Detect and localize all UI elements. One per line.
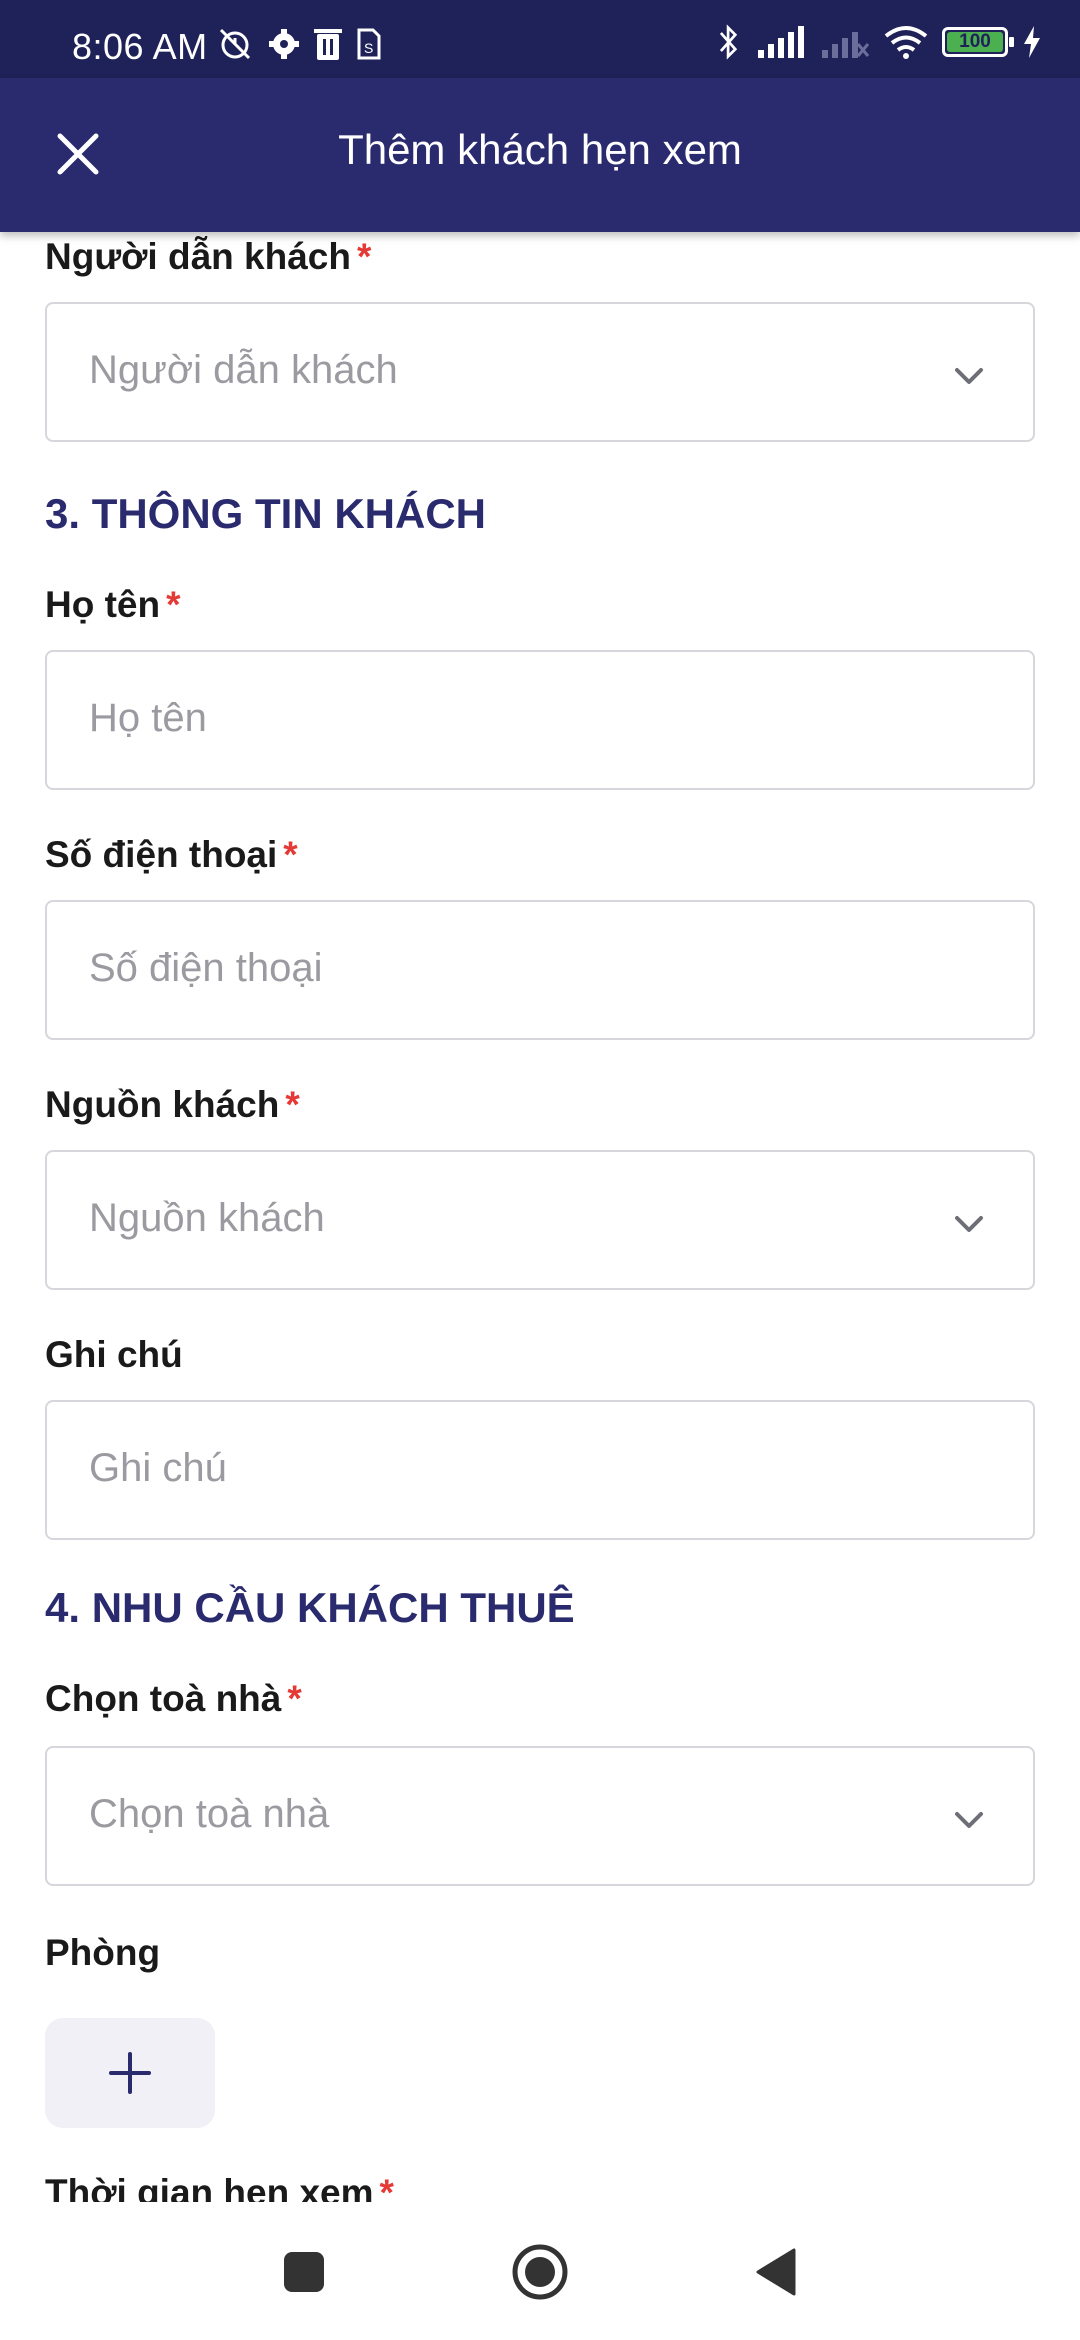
svg-text:S: S [364,40,373,56]
guide-select[interactable]: Người dẫn khách [45,302,1035,442]
building-label: Chọn toà nhà * [45,1678,302,1720]
name-placeholder: Họ tên [89,696,207,740]
note-input[interactable]: Ghi chú [45,1400,1035,1540]
sim-icon: S [357,28,381,60]
building-placeholder: Chọn toà nhà [89,1792,330,1836]
back-button[interactable] [744,2240,808,2304]
settings-icon [269,29,299,59]
wifi-icon [884,26,928,59]
building-label-text: Chọn toà nhà [45,1678,282,1719]
back-icon [756,2248,796,2296]
guide-label: Người dẫn khách * [45,236,371,278]
name-input[interactable]: Họ tên [45,650,1035,790]
required-marker: * [356,236,372,277]
required-marker: * [379,2172,394,2202]
chevron-down-icon [955,1812,983,1828]
source-label: Nguồn khách * [45,1084,300,1126]
system-nav-bar [0,2202,1080,2340]
phone-label: Số điện thoại * [45,834,298,876]
building-select[interactable]: Chọn toà nhà [45,1746,1035,1886]
home-button[interactable] [508,2240,572,2304]
required-marker: * [287,1678,302,1719]
signal-off-icon [822,32,870,58]
page-title: Thêm khách hẹn xem [338,126,742,173]
signal-icon [758,26,804,58]
plus-icon [109,2052,151,2094]
phone-placeholder: Số điện thoại [89,946,323,990]
alarm-off-icon [219,28,251,60]
viewing-time-label: Thời gian hẹn xem * [45,2172,394,2202]
phone-input[interactable]: Số điện thoại [45,900,1035,1040]
add-room-button[interactable] [45,2018,215,2128]
name-label: Họ tên * [45,584,181,626]
required-marker: * [285,1084,300,1125]
home-icon [512,2244,568,2300]
chevron-down-icon [955,1216,983,1232]
recents-button[interactable] [272,2240,336,2304]
required-marker: * [166,584,181,625]
bluetooth-icon [719,24,738,60]
status-time: 8:06 AM [72,26,208,67]
recents-icon [284,2252,324,2292]
chevron-down-icon [955,368,983,384]
charging-icon [1024,26,1040,58]
battery-icon: 100 [942,27,1014,57]
app-bar: Thêm khách hẹn xem [0,78,1080,232]
note-label: Ghi chú [45,1334,183,1375]
battery-level: 100 [959,31,991,52]
status-bar: 8:06 AM S 100 [0,0,1080,78]
note-placeholder: Ghi chú [89,1446,227,1490]
phone-label-text: Số điện thoại [45,834,278,875]
source-select[interactable]: Nguồn khách [45,1150,1035,1290]
source-label-text: Nguồn khách [45,1084,280,1125]
status-left-icons: S [215,26,383,62]
status-right-icons: 100 [716,24,1042,60]
trash-icon [314,29,342,60]
room-label: Phòng [45,1932,161,1973]
section-guest-info: 3. THÔNG TIN KHÁCH [45,490,486,537]
viewing-time-label-text: Thời gian hẹn xem [45,2172,374,2202]
source-placeholder: Nguồn khách [89,1196,325,1240]
form-content[interactable]: Người dẫn khách * Người dẫn khách 3. THÔN… [0,232,1080,2202]
section-rental-needs: 4. NHU CẦU KHÁCH THUÊ [45,1584,575,1631]
required-marker: * [283,834,298,875]
guide-placeholder: Người dẫn khách [89,348,398,392]
name-label-text: Họ tên [45,584,161,625]
guide-label-text: Người dẫn khách [45,236,351,277]
